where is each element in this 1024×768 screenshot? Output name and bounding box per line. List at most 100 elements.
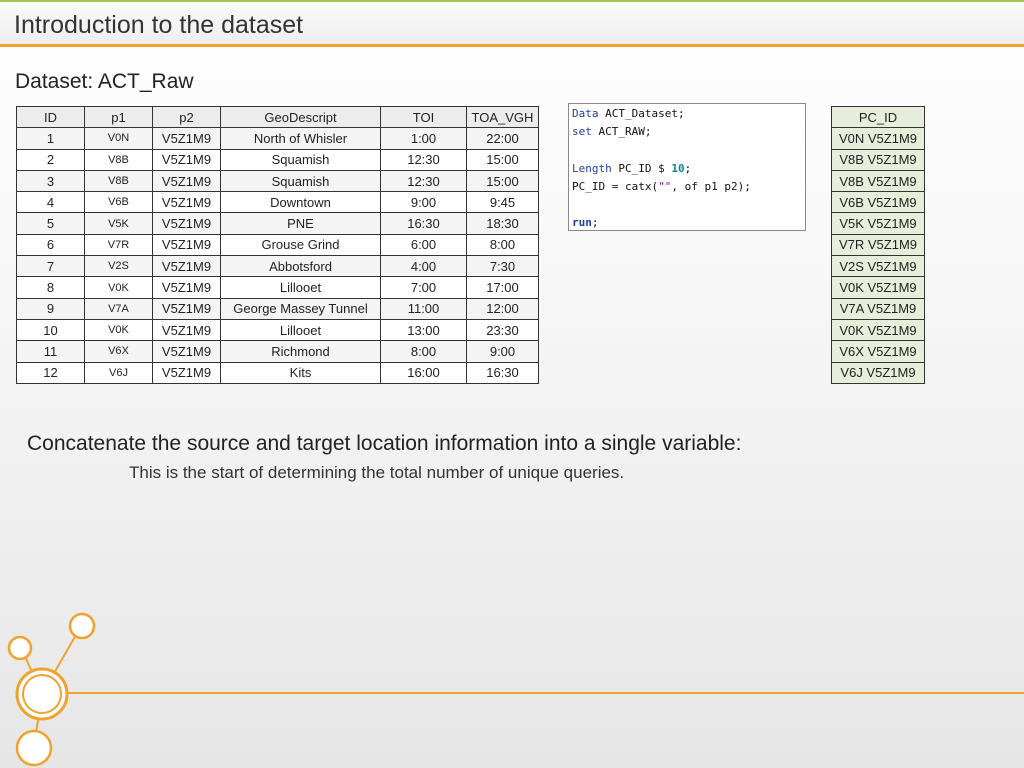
cell-geodescript: North of Whisler — [220, 127, 381, 150]
cell-toi: 12:30 — [380, 169, 467, 193]
cell-id: 11 — [16, 340, 85, 363]
cell-p2: V5Z1M9 — [152, 148, 221, 171]
cell-toa-vgh: 9:45 — [466, 191, 539, 214]
col-header-p2: p2 — [152, 105, 221, 129]
cell-geodescript: Kits — [220, 361, 381, 384]
cell-id: 3 — [16, 169, 85, 193]
code-text: ; — [684, 161, 692, 175]
table-row: 2 V8B V5Z1M9 Squamish 12:30 15:00 — [16, 148, 539, 171]
cell-pc-id: V8B V5Z1M9 — [831, 148, 925, 171]
table-row: 12 V6J V5Z1M9 Kits 16:00 16:30 — [16, 361, 539, 384]
cell-pc-id: V6X V5Z1M9 — [831, 340, 925, 363]
cell-toa-vgh: 18:30 — [466, 212, 539, 235]
cell-geodescript: PNE — [220, 212, 381, 235]
code-line-1: Data ACT_Dataset; — [572, 105, 802, 123]
cell-id: 1 — [16, 127, 85, 150]
cell-p2: V5Z1M9 — [152, 297, 221, 320]
table-row: V6J V5Z1M9 — [831, 361, 925, 384]
table-row: 11 V6X V5Z1M9 Richmond 8:00 9:00 — [16, 340, 539, 363]
cell-geodescript: Squamish — [220, 169, 381, 193]
cell-toi: 7:00 — [380, 276, 467, 299]
cell-toa-vgh: 9:00 — [466, 340, 539, 363]
cell-pc-id: V6J V5Z1M9 — [831, 361, 925, 384]
cell-geodescript: Downtown — [220, 191, 381, 214]
code-text: ACT_Dataset; — [598, 107, 685, 120]
cell-p1: V8B — [84, 148, 153, 171]
cell-id: 10 — [16, 318, 85, 342]
dataset-subtitle: Dataset: ACT_Raw — [15, 70, 194, 93]
raw-table-header-row: ID p1 p2 GeoDescript TOI TOA_VGH — [16, 105, 539, 129]
cell-toi: 11:00 — [380, 297, 467, 320]
cell-id: 7 — [16, 255, 85, 278]
table-row: 7 V2S V5Z1M9 Abbotsford 4:00 7:30 — [16, 255, 539, 278]
code-number: 10 — [671, 161, 685, 175]
code-line-2: set ACT_RAW; — [572, 123, 802, 141]
code-keyword: Length — [572, 161, 612, 175]
cell-id: 9 — [16, 297, 85, 320]
table-row: 1 V0N V5Z1M9 North of Whisler 1:00 22:00 — [16, 127, 539, 150]
cell-p1: V6J — [84, 361, 153, 384]
cell-geodescript: Lillooet — [220, 276, 381, 299]
cell-toa-vgh: 16:30 — [466, 361, 539, 384]
table-row: 4 V6B V5Z1M9 Downtown 9:00 9:45 — [16, 191, 539, 214]
circles-decoration-icon — [7, 612, 96, 767]
table-row: V5K V5Z1M9 — [831, 212, 925, 235]
table-row: 6 V7R V5Z1M9 Grouse Grind 6:00 8:00 — [16, 233, 539, 257]
raw-dataset-table: ID p1 p2 GeoDescript TOI TOA_VGH 1 V0N V5Z… — [16, 105, 539, 384]
code-keyword: run — [572, 216, 592, 230]
col-header-geodescript: GeoDescript — [220, 105, 381, 129]
sas-code-box: Data ACT_Dataset; set ACT_RAW; Length PC… — [568, 103, 806, 231]
cell-toi: 9:00 — [380, 191, 467, 214]
cell-toa-vgh: 7:30 — [466, 255, 539, 278]
cell-pc-id: V2S V5Z1M9 — [831, 255, 925, 278]
title-bar: Introduction to the dataset — [0, 2, 1024, 47]
table-row: 5 V5K V5Z1M9 PNE 16:30 18:30 — [16, 212, 539, 235]
table-row: V7R V5Z1M9 — [831, 233, 925, 257]
cell-p2: V5Z1M9 — [152, 233, 221, 257]
cell-id: 2 — [16, 148, 85, 171]
col-header-id: ID — [16, 105, 85, 129]
table-row: V6B V5Z1M9 — [831, 191, 925, 214]
cell-p1: V0K — [84, 276, 153, 299]
cell-toa-vgh: 22:00 — [466, 127, 539, 150]
cell-geodescript: Lillooet — [220, 318, 381, 342]
code-text: PC_ID = catx( — [572, 179, 659, 193]
cell-toi: 1:00 — [380, 127, 467, 150]
cell-toa-vgh: 15:00 — [466, 148, 539, 171]
code-text: ; — [591, 216, 599, 230]
code-line-3: Length PC_ID $ 10; — [572, 160, 802, 178]
cell-toi: 12:30 — [380, 148, 467, 171]
table-row: V0K V5Z1M9 — [831, 318, 925, 342]
cell-pc-id: V0N V5Z1M9 — [831, 127, 925, 150]
cell-geodescript: Abbotsford — [220, 255, 381, 278]
cell-pc-id: V5K V5Z1M9 — [831, 212, 925, 235]
slide-title: Introduction to the dataset — [14, 11, 304, 39]
cell-p2: V5Z1M9 — [152, 212, 221, 235]
cell-p1: V6B — [84, 191, 153, 214]
table-row: V0K V5Z1M9 — [831, 276, 925, 299]
cell-pc-id: V8B V5Z1M9 — [831, 169, 925, 193]
cell-p1: V6X — [84, 340, 153, 363]
code-keyword: set — [572, 125, 592, 139]
concatenate-heading: Concatenate the source and target locati… — [27, 432, 742, 455]
code-text: ACT_RAW; — [591, 125, 652, 139]
code-line-5: run; — [572, 214, 802, 232]
code-string: "" — [658, 179, 672, 193]
cell-toa-vgh: 23:30 — [466, 318, 539, 342]
cell-pc-id: V6B V5Z1M9 — [831, 191, 925, 214]
col-header-pc-id: PC_ID — [831, 105, 925, 129]
cell-id: 12 — [16, 361, 85, 384]
cell-toi: 16:30 — [380, 212, 467, 235]
table-row: V7A V5Z1M9 — [831, 297, 925, 320]
table-row: V2S V5Z1M9 — [831, 255, 925, 278]
table-row: V0N V5Z1M9 — [831, 127, 925, 150]
cell-toi: 6:00 — [380, 233, 467, 257]
cell-p1: V0N — [84, 127, 153, 150]
cell-p1: V0K — [84, 318, 153, 342]
cell-pc-id: V7R V5Z1M9 — [831, 233, 925, 257]
cell-toa-vgh: 15:00 — [466, 169, 539, 193]
cell-pc-id: V0K V5Z1M9 — [831, 318, 925, 342]
cell-toa-vgh: 8:00 — [466, 233, 539, 257]
cell-toa-vgh: 17:00 — [466, 276, 539, 299]
